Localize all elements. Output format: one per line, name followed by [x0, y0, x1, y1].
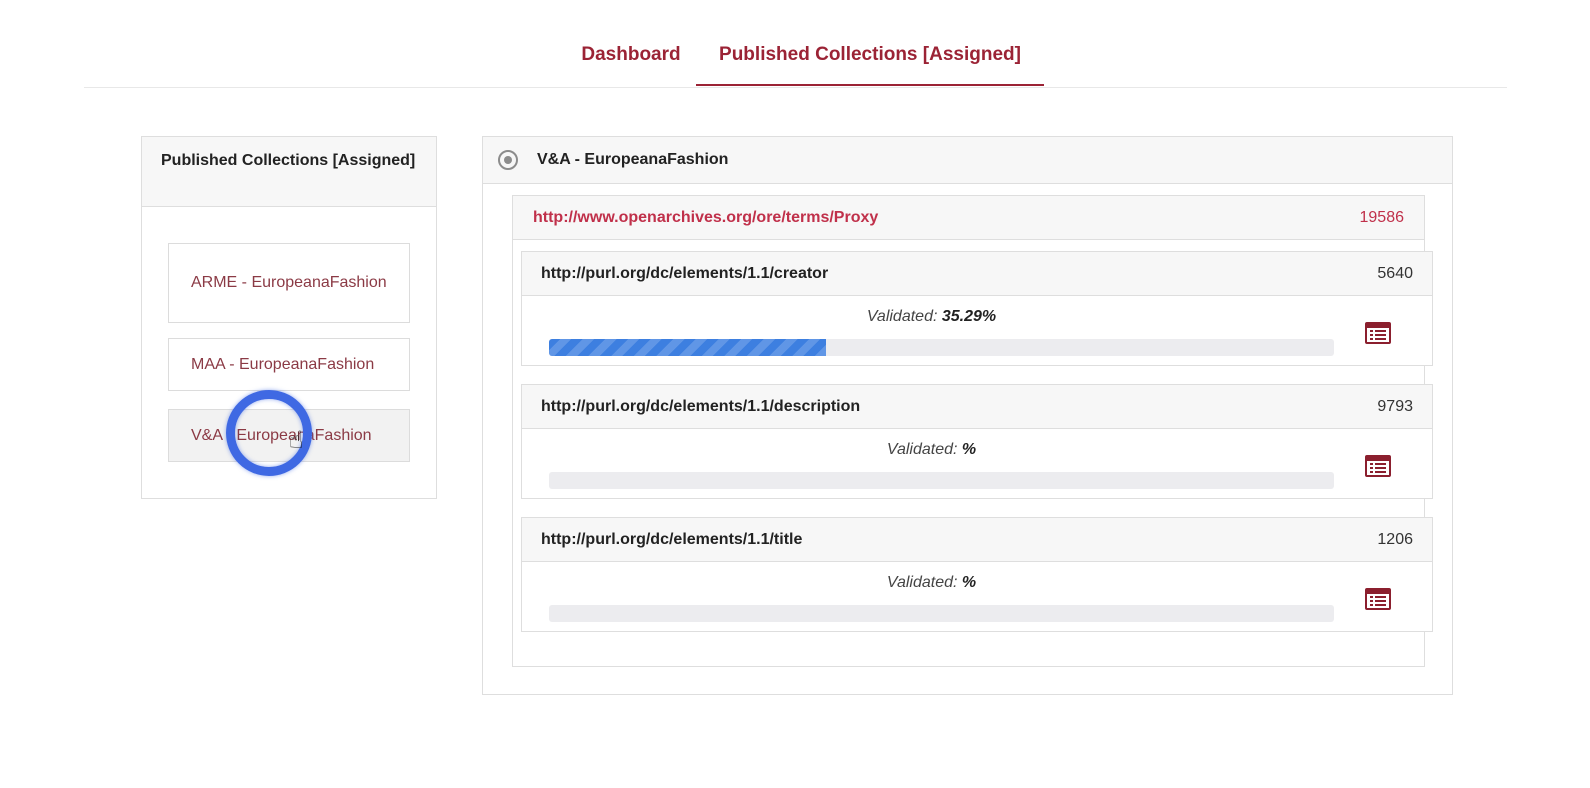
property-count: 5640	[1377, 264, 1413, 282]
property-card: http://purl.org/dc/elements/1.1/descript…	[521, 384, 1433, 499]
collections-panel: Published Collections [Assigned] ARME - …	[141, 136, 437, 499]
property-count: 9793	[1377, 397, 1413, 415]
collection-item-maa[interactable]: MAA - EuropeanaFashion	[168, 338, 410, 391]
collection-item-label: ARME - EuropeanaFashion	[191, 274, 387, 291]
validated-value: %	[961, 574, 977, 591]
table-list-icon[interactable]	[1365, 455, 1391, 477]
collection-title: V&A - EuropeanaFashion	[537, 151, 729, 168]
validated-text: Validated: 35.29%	[522, 308, 1341, 326]
collection-item-arme[interactable]: ARME - EuropeanaFashion	[168, 243, 410, 323]
tab-dashboard[interactable]: Dashboard	[556, 44, 706, 86]
property-name: http://purl.org/dc/elements/1.1/descript…	[541, 397, 861, 415]
validated-label: Validated:	[886, 574, 958, 591]
property-name: http://purl.org/dc/elements/1.1/creator	[541, 264, 829, 282]
validated-label: Validated:	[886, 441, 958, 458]
tab-published-collections[interactable]: Published Collections [Assigned]	[696, 44, 1044, 86]
progress-bar-fill	[549, 339, 827, 356]
collection-item-label: MAA - EuropeanaFashion	[191, 355, 375, 373]
property-count: 1206	[1377, 530, 1413, 548]
property-header: http://purl.org/dc/elements/1.1/descript…	[522, 385, 1432, 429]
validated-text: Validated: %	[522, 441, 1341, 459]
proxy-header: http://www.openarchives.org/ore/terms/Pr…	[513, 196, 1424, 240]
target-icon	[498, 150, 518, 170]
collections-panel-title: Published Collections [Assigned]	[142, 137, 436, 207]
top-tabs: Dashboard Published Collections [Assigne…	[84, 0, 1507, 88]
property-header: http://purl.org/dc/elements/1.1/creator …	[522, 252, 1432, 296]
collection-detail-header: V&A - EuropeanaFashion	[483, 137, 1452, 184]
collection-item-va[interactable]: V&A - EuropeanaFashion	[168, 409, 410, 462]
property-card: http://purl.org/dc/elements/1.1/title 12…	[521, 517, 1433, 632]
progress-bar	[549, 339, 1334, 356]
collection-item-label: V&A - EuropeanaFashion	[191, 426, 372, 444]
collection-detail-panel: V&A - EuropeanaFashion http://www.openar…	[482, 136, 1453, 695]
table-list-icon[interactable]	[1365, 322, 1391, 344]
property-card: http://purl.org/dc/elements/1.1/creator …	[521, 251, 1433, 366]
proxy-count: 19586	[1359, 208, 1405, 226]
validated-label: Validated:	[866, 308, 938, 325]
progress-bar	[549, 472, 1334, 489]
validated-text: Validated: %	[522, 574, 1341, 592]
table-list-icon[interactable]	[1365, 588, 1391, 610]
validated-value: %	[961, 441, 977, 458]
validated-value: 35.29%	[941, 308, 997, 325]
property-header: http://purl.org/dc/elements/1.1/title 12…	[522, 518, 1432, 562]
proxy-section: http://www.openarchives.org/ore/terms/Pr…	[512, 195, 1433, 667]
progress-bar	[549, 605, 1334, 622]
proxy-link[interactable]: http://www.openarchives.org/ore/terms/Pr…	[533, 209, 878, 227]
property-name: http://purl.org/dc/elements/1.1/title	[541, 530, 803, 548]
